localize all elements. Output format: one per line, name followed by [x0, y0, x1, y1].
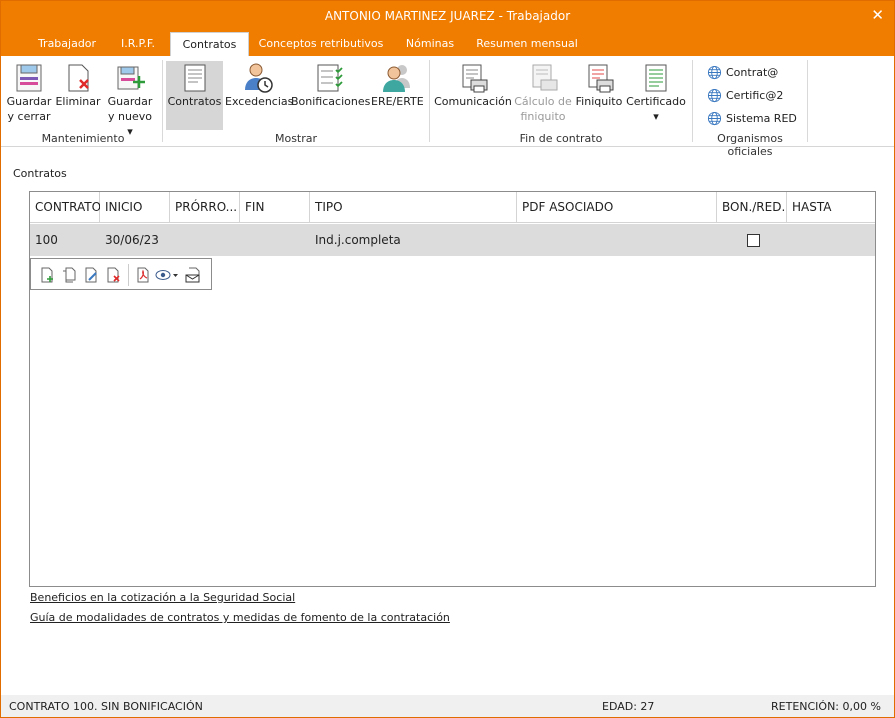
new-document-icon[interactable]: [39, 267, 55, 283]
bonificaciones-button[interactable]: Bonificaciones: [291, 62, 371, 109]
column-header-fin[interactable]: FIN: [240, 192, 310, 223]
finiquito-print-icon: [588, 64, 614, 93]
tab-conceptos-retributivos[interactable]: Conceptos retributivos: [251, 32, 391, 56]
excedencias-label: Excedencias: [225, 95, 294, 108]
tab-bar: Trabajador I.R.P.F. Contratos Conceptos …: [1, 32, 894, 56]
calculo-finiquito-label-1: Cálculo de: [514, 95, 572, 108]
group-fin-contrato-label: Fin de contrato: [519, 132, 603, 145]
sistema-red-link[interactable]: Sistema RED: [707, 109, 797, 127]
sistema-red-label: Sistema RED: [726, 111, 797, 125]
people-icon: [383, 65, 410, 92]
tab-resumen-mensual[interactable]: Resumen mensual: [469, 32, 585, 56]
guardar-cerrar-button[interactable]: Guardar y cerrar: [5, 62, 53, 124]
tab-nominas[interactable]: Nóminas: [394, 32, 466, 56]
certificate-icon: [645, 64, 667, 92]
group-separator: [429, 60, 430, 142]
group-separator: [692, 60, 693, 142]
checklist-icon: [317, 64, 343, 92]
save-close-icon: [16, 64, 42, 92]
comunicacion-label: Comunicación: [434, 95, 512, 108]
close-icon[interactable]: ✕: [871, 6, 884, 24]
status-edad: EDAD: 27: [602, 700, 655, 713]
certifica2-link[interactable]: Certific@2: [707, 86, 783, 104]
group-organismos-label: Organismos oficiales: [717, 132, 783, 158]
group-mostrar-label: Mostrar: [274, 132, 318, 145]
ribbon: Guardar y cerrar Eliminar Guardar y nuev…: [1, 56, 894, 158]
ere-erte-button[interactable]: ERE/ERTE: [371, 62, 424, 109]
contrata-link[interactable]: Contrat@: [707, 63, 778, 81]
bon-red-checkbox[interactable]: [747, 234, 760, 247]
tab-contratos[interactable]: Contratos: [170, 32, 249, 56]
status-bar: CONTRATO 100. SIN BONIFICACIÓN EDAD: 27 …: [1, 695, 894, 717]
section-title: Contratos: [13, 167, 67, 180]
calculo-finiquito-button[interactable]: Cálculo de finiquito: [514, 62, 572, 124]
table-row[interactable]: 100 30/06/23 Ind.j.completa: [30, 224, 875, 256]
pdf-icon[interactable]: [135, 267, 151, 283]
window-title: ANTONIO MARTINEZ JUAREZ - Trabajador: [324, 9, 571, 23]
cell-contrato: 100: [35, 233, 58, 247]
guardar-cerrar-label-1: Guardar: [6, 95, 52, 108]
edit-document-icon[interactable]: [83, 267, 99, 283]
guardar-nuevo-button[interactable]: Guardar y nuevo ▾: [104, 62, 156, 139]
column-header-prorroga[interactable]: PRÓRRO...: [170, 192, 240, 223]
calculator-document-icon: [532, 64, 558, 91]
ere-erte-label: ERE/ERTE: [371, 95, 424, 108]
status-retencion: RETENCIÓN: 0,00 %: [771, 700, 881, 713]
globe-icon: [707, 65, 722, 79]
finiquito-button[interactable]: Finiquito: [574, 62, 624, 109]
guia-modalidades-link[interactable]: Guía de modalidades de contratos y medid…: [30, 611, 450, 624]
save-new-icon: [117, 66, 145, 90]
mail-document-icon[interactable]: [185, 267, 201, 283]
certificado-button[interactable]: Certificado ▾: [626, 62, 686, 124]
view-dropdown-icon[interactable]: [155, 267, 179, 283]
cell-prorroga: [170, 224, 240, 256]
row-actions-toolbar: [30, 258, 212, 290]
worker-window: ANTONIO MARTINEZ JUAREZ - Trabajador ✕ T…: [0, 0, 895, 718]
delete-icon: [68, 64, 89, 92]
group-mantenimiento-label: Mantenimiento: [41, 132, 125, 145]
delete-document-icon[interactable]: [105, 267, 121, 283]
contrata-label: Contrat@: [726, 65, 779, 79]
column-header-bon-red[interactable]: BON./RED.: [717, 192, 787, 223]
comunicacion-button[interactable]: Comunicación: [434, 62, 512, 109]
guardar-cerrar-label-2: y cerrar: [7, 110, 51, 123]
excedencias-button[interactable]: Excedencias: [225, 62, 293, 109]
print-document-icon: [462, 64, 488, 93]
cell-fin: [240, 224, 310, 256]
eliminar-label: Eliminar: [55, 95, 101, 108]
eliminar-button[interactable]: Eliminar: [55, 62, 101, 109]
status-contract: CONTRATO 100. SIN BONIFICACIÓN: [9, 700, 203, 713]
cell-inicio: 30/06/23: [105, 233, 159, 247]
contratos-label: Contratos: [167, 95, 222, 108]
toolbar-separator: [128, 264, 129, 286]
contracts-table[interactable]: CONTRATO INICIO PRÓRRO... FIN TIPO PDF A…: [29, 191, 876, 587]
tab-irpf[interactable]: I.R.P.F.: [109, 32, 167, 56]
calculo-finiquito-label-2: finiquito: [520, 110, 566, 123]
column-header-pdf[interactable]: PDF ASOCIADO: [517, 192, 717, 223]
globe-icon: [707, 111, 722, 125]
column-header-inicio[interactable]: INICIO: [100, 192, 170, 223]
tab-trabajador[interactable]: Trabajador: [25, 32, 109, 56]
guardar-nuevo-label-1: Guardar: [107, 95, 153, 108]
cell-hasta: [787, 224, 875, 256]
finiquito-label: Finiquito: [575, 95, 623, 108]
person-clock-icon: [245, 63, 273, 93]
certificado-label: Certificado: [626, 95, 686, 108]
beneficios-link[interactable]: Beneficios en la cotización a la Segurid…: [30, 591, 295, 604]
globe-icon: [707, 88, 722, 102]
cell-tipo: Ind.j.completa: [315, 233, 401, 247]
title-bar: ANTONIO MARTINEZ JUAREZ - Trabajador ✕: [1, 1, 894, 32]
column-header-contrato[interactable]: CONTRATO: [30, 192, 101, 223]
chevron-down-icon[interactable]: ▾: [653, 110, 659, 123]
cell-pdf: [517, 224, 717, 256]
contratos-button[interactable]: Contratos: [166, 61, 223, 130]
bonificaciones-label: Bonificaciones: [291, 95, 371, 108]
column-header-hasta[interactable]: HASTA: [787, 192, 875, 223]
copy-document-icon[interactable]: [61, 267, 77, 283]
contract-document-icon: [184, 64, 205, 92]
column-header-tipo[interactable]: TIPO: [310, 192, 517, 223]
certifica2-label: Certific@2: [726, 88, 784, 102]
group-separator: [162, 60, 163, 142]
group-separator: [807, 60, 808, 142]
